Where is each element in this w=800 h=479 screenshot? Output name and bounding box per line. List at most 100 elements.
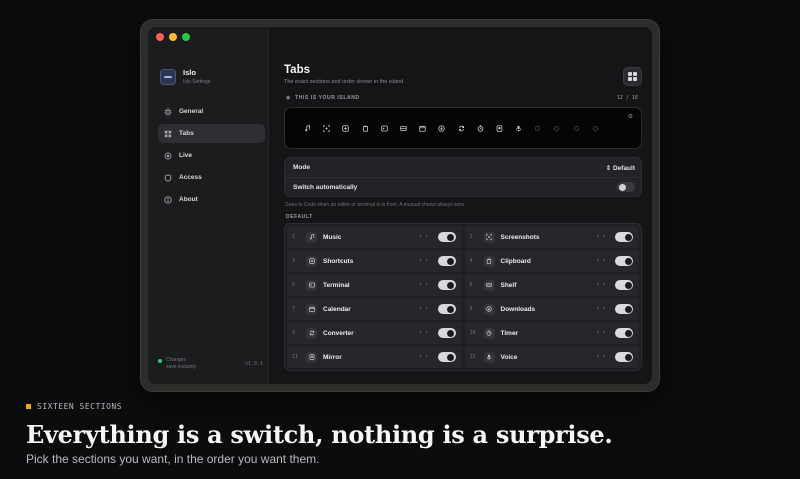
tab-toggle[interactable] [437, 328, 456, 338]
island-count: 12 / 16 [616, 95, 638, 101]
app-logo [160, 69, 176, 85]
gear-icon[interactable]: ⚙ [628, 113, 633, 120]
tab-toggle[interactable] [615, 280, 633, 290]
screenshot-icon [483, 231, 495, 243]
reorder-arrows[interactable]: ‹› [597, 354, 609, 360]
tab-row-screenshots[interactable]: 2 Screenshots ‹› [464, 226, 639, 248]
tab-toggle[interactable] [437, 280, 456, 290]
tab-row-calendar[interactable]: 7 Calendar ‹› [287, 298, 462, 320]
timer-icon [483, 327, 495, 339]
chevron-right-icon[interactable]: › [603, 306, 609, 312]
version-label: v1.0.1 [244, 360, 263, 367]
close-window-button[interactable] [156, 33, 164, 41]
reorder-arrows[interactable]: ‹› [597, 306, 609, 312]
tab-row-voice[interactable]: 12 Voice ‹› [464, 346, 639, 368]
tab-row-shelf[interactable]: 6 Shelf ‹› [464, 274, 639, 296]
sidebar-item-access[interactable]: Access [158, 168, 265, 187]
status-dot [158, 359, 162, 363]
tab-row-timer[interactable]: 10 Timer ‹› [464, 322, 639, 344]
chevron-right-icon[interactable]: › [603, 234, 609, 240]
reorder-arrows[interactable]: ‹› [597, 330, 609, 336]
tab-number: 12 [469, 354, 476, 360]
zoom-window-button[interactable] [182, 33, 190, 41]
tab-toggle[interactable] [437, 256, 456, 266]
auto-switch-label: Switch automatically [293, 183, 358, 191]
reorder-arrows[interactable]: ‹› [597, 258, 609, 264]
island-heading: THIS IS YOUR ISLAND [294, 95, 360, 101]
sidebar-item-about[interactable]: About [158, 190, 265, 209]
tab-name: Shortcuts [323, 257, 354, 265]
mode-select[interactable]: ⇕ Default [606, 164, 635, 172]
shelf-icon [483, 279, 495, 291]
mode-label: Mode [293, 164, 310, 171]
eye-icon: ◉ [286, 95, 291, 101]
section-label: DEFAULT [286, 214, 313, 220]
voice-icon [512, 122, 525, 135]
mode-row[interactable]: Mode ⇕ Default [285, 158, 641, 177]
tab-row-terminal[interactable]: 5 Terminal ‹› [287, 274, 462, 296]
gear-icon [164, 107, 172, 116]
reorder-arrows[interactable]: ‹› [597, 282, 609, 288]
reorder-arrows[interactable]: ‹› [597, 234, 609, 240]
tab-row-mirror[interactable]: 11 Mirror ‹› [287, 346, 462, 368]
chevron-right-icon[interactable]: › [603, 354, 609, 360]
tab-row-shortcuts[interactable]: 3 Shortcuts ‹› [287, 250, 462, 272]
calendar-icon [416, 122, 429, 135]
reorder-arrows[interactable]: ‹› [420, 258, 432, 264]
tab-toggle[interactable] [615, 232, 633, 242]
page-title: Tabs [284, 64, 310, 76]
tab-toggle[interactable] [437, 232, 456, 242]
screenshot-icon [320, 122, 333, 135]
minimize-window-button[interactable] [169, 33, 177, 41]
app-name: Islo [183, 68, 196, 78]
tab-number: 9 [292, 330, 296, 336]
music-note-icon [306, 231, 317, 243]
terminal-icon [306, 279, 317, 291]
auto-switch-row: Switch automatically [285, 177, 641, 196]
reorder-arrows[interactable]: ‹› [420, 330, 432, 336]
auto-switch-toggle[interactable] [617, 182, 635, 192]
app-window: Islo Islo Settings General Tabs Live Access… [148, 27, 652, 384]
reorder-arrows[interactable]: ‹› [420, 282, 432, 288]
shortcuts-icon [339, 122, 352, 135]
chevron-right-icon[interactable]: › [426, 330, 432, 336]
tab-number: 5 [292, 282, 296, 288]
mirror-icon [493, 122, 506, 135]
mode-settings: Mode ⇕ Default Switch automatically [284, 157, 642, 197]
tab-toggle[interactable] [615, 328, 633, 338]
reorder-arrows[interactable]: ‹› [420, 306, 432, 312]
tab-name: Timer [500, 329, 519, 337]
chevron-right-icon[interactable]: › [426, 306, 432, 312]
sidebar-item-general[interactable]: General [158, 102, 265, 121]
sidebar-item-live[interactable]: Live [158, 146, 265, 165]
chevron-right-icon[interactable]: › [426, 258, 432, 264]
tab-toggle[interactable] [615, 256, 633, 266]
tab-number: 7 [292, 306, 296, 312]
sidebar-footer: Changes save instantly v1.0.1 [158, 357, 263, 370]
tab-toggle[interactable] [437, 304, 456, 314]
tab-number: 6 [469, 282, 473, 288]
chevron-right-icon[interactable]: › [603, 330, 609, 336]
reorder-arrows[interactable]: ‹› [420, 234, 432, 240]
tab-number: 4 [469, 258, 473, 264]
tab-name: Terminal [323, 281, 350, 289]
tab-row-downloads[interactable]: 8 Downloads ‹› [464, 298, 639, 320]
calendar-icon [306, 303, 317, 315]
tab-row-converter[interactable]: 9 Converter ‹› [287, 322, 462, 344]
chevron-right-icon[interactable]: › [426, 282, 432, 288]
reorder-arrows[interactable]: ‹› [420, 354, 432, 360]
chevron-right-icon[interactable]: › [426, 354, 432, 360]
chevron-right-icon[interactable]: › [603, 282, 609, 288]
tab-row-clipboard[interactable]: 4 Clipboard ‹› [464, 250, 639, 272]
chevron-right-icon[interactable]: › [603, 258, 609, 264]
layout-grid-button[interactable] [623, 67, 642, 86]
tab-toggle[interactable] [615, 352, 633, 362]
tab-toggle[interactable] [437, 352, 456, 362]
app-header: Islo Islo Settings [160, 69, 210, 85]
tab-toggle[interactable] [615, 304, 633, 314]
sidebar-item-tabs[interactable]: Tabs [158, 124, 265, 143]
mirror-icon [306, 351, 317, 363]
chevron-right-icon[interactable]: › [426, 234, 432, 240]
tab-row-music[interactable]: 1 Music ‹› [287, 226, 462, 248]
extra-icon [589, 122, 602, 135]
